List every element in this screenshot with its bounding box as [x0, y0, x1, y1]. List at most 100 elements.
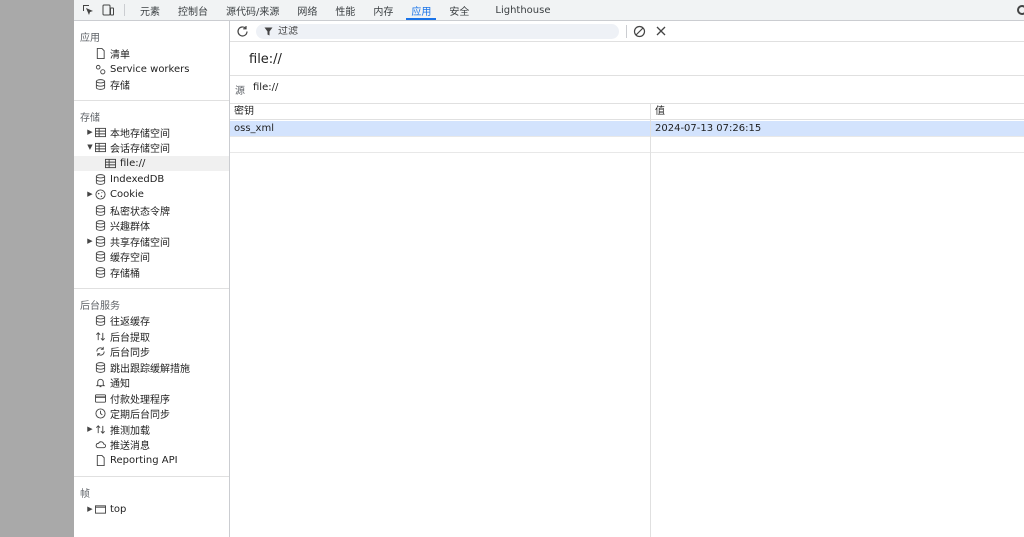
- sidebar-item-label: 存储: [110, 81, 130, 92]
- settings-gear-icon[interactable]: [1016, 4, 1024, 16]
- sidebar-item-frame-top[interactable]: ▶ top: [74, 502, 229, 517]
- tab-security[interactable]: 安全: [440, 0, 478, 20]
- delete-selected-icon[interactable]: [655, 25, 667, 37]
- sidebar-item-label: 推测加载: [110, 426, 150, 437]
- tab-elements[interactable]: 元素: [131, 0, 169, 20]
- cloud-icon: [94, 439, 106, 451]
- origin-row: 源 file://: [235, 82, 278, 97]
- cookie-icon: [94, 189, 106, 201]
- sidebar-item-label: file://: [120, 158, 146, 169]
- card-icon: [94, 393, 106, 405]
- sidebar-item-local-storage[interactable]: ▶ 本地存储空间: [74, 125, 229, 140]
- expand-arrow-icon[interactable]: ▶: [86, 502, 94, 517]
- tab-label: 控制台: [178, 6, 208, 18]
- sidebar-item-label: 缓存空间: [110, 253, 150, 264]
- sidebar-item-session-file-origin[interactable]: file://: [74, 156, 229, 171]
- filter-box[interactable]: [256, 24, 619, 39]
- tab-memory[interactable]: 内存: [364, 0, 402, 20]
- cell-value[interactable]: 2024-07-13 07:26:15: [651, 121, 761, 136]
- sidebar-item-notifications[interactable]: 通知: [74, 375, 229, 390]
- document-icon: [94, 48, 106, 60]
- filter-funnel-icon: [264, 27, 273, 36]
- refresh-icon[interactable]: [236, 25, 249, 38]
- expand-arrow-icon[interactable]: ▶: [86, 125, 94, 140]
- collapse-arrow-icon[interactable]: ▼: [86, 140, 94, 155]
- sidebar-item-push-messaging[interactable]: 推送消息: [74, 437, 229, 452]
- tab-lighthouse[interactable]: Lighthouse: [486, 0, 559, 20]
- database-icon: [94, 174, 106, 186]
- sidebar-item-label: 存储桶: [110, 269, 140, 280]
- sidebar-item-label: Service workers: [110, 64, 190, 75]
- expand-arrow-icon[interactable]: ▶: [86, 234, 94, 249]
- sidebar-item-storage-buckets[interactable]: 存储桶: [74, 265, 229, 280]
- sidebar-item-bounce-tracking-mitigations[interactable]: 跳出跟踪缓解措施: [74, 360, 229, 375]
- sidebar-item-manifest[interactable]: 清单: [74, 46, 229, 61]
- storage-table: 密钥 值 oss_xml 2024-07-13 07:26:15: [230, 104, 1024, 537]
- expand-arrow-icon[interactable]: ▶: [86, 422, 94, 437]
- document-icon: [94, 455, 106, 467]
- sidebar-item-private-state-tokens[interactable]: 私密状态令牌: [74, 203, 229, 218]
- sidebar-item-shared-storage[interactable]: ▶ 共享存储空间: [74, 234, 229, 249]
- sidebar-item-label: 本地存储空间: [110, 129, 170, 140]
- tab-network[interactable]: 网络: [288, 0, 326, 20]
- sidebar-item-label: top: [110, 504, 127, 515]
- sidebar-item-cookie[interactable]: ▶ Cookie: [74, 187, 229, 202]
- cell-key[interactable]: oss_xml: [230, 121, 274, 136]
- clear-all-icon[interactable]: [633, 25, 646, 38]
- up-down-arrows-icon: [94, 424, 106, 436]
- sidebar-item-service-workers[interactable]: Service workers: [74, 62, 229, 77]
- sidebar-item-payment-handler[interactable]: 付款处理程序: [74, 391, 229, 406]
- column-header-key[interactable]: 密钥: [230, 104, 254, 120]
- sidebar-item-back-forward-cache[interactable]: 往返缓存: [74, 313, 229, 328]
- section-title-application: 应用: [80, 33, 100, 44]
- tab-sources[interactable]: 源代码/来源: [217, 0, 288, 20]
- database-icon: [94, 362, 106, 374]
- sidebar-item-cache-storage[interactable]: 缓存空间: [74, 249, 229, 264]
- tab-label: 内存: [373, 6, 394, 18]
- database-icon: [94, 79, 106, 91]
- database-icon: [94, 267, 106, 279]
- database-icon: [94, 205, 106, 217]
- devtools-toolbar: 元素 控制台 源代码/来源 网络 性能 内存 应用 安全 Lighthouse: [74, 0, 1024, 21]
- column-divider[interactable]: [650, 104, 651, 537]
- sidebar-item-reporting-api[interactable]: Reporting API: [74, 453, 229, 468]
- sidebar-item-indexeddb[interactable]: IndexedDB: [74, 172, 229, 187]
- sidebar-item-storage[interactable]: 存储: [74, 77, 229, 92]
- tab-application[interactable]: 应用: [402, 0, 440, 20]
- sidebar-item-background-fetch[interactable]: 后台提取: [74, 329, 229, 344]
- device-toolbar-icon[interactable]: [98, 0, 118, 20]
- inspect-element-icon[interactable]: [78, 0, 98, 20]
- sidebar-item-label: 往返缓存: [110, 317, 150, 328]
- tab-label: 源代码/来源: [226, 6, 280, 18]
- storage-main-panel: file:// 源 file:// 密钥 值 oss_xml 2024-07-1…: [230, 21, 1024, 537]
- clock-icon: [94, 408, 106, 420]
- sidebar-item-label: 会话存储空间: [110, 144, 170, 155]
- sidebar-item-label: 通知: [110, 379, 130, 390]
- table-row[interactable]: oss_xml 2024-07-13 07:26:15: [230, 121, 1024, 136]
- tab-label: Lighthouse: [495, 4, 551, 16]
- sync-icon: [94, 346, 106, 358]
- sidebar-item-speculative-loads[interactable]: ▶ 推测加载: [74, 422, 229, 437]
- tab-performance[interactable]: 性能: [326, 0, 364, 20]
- expand-arrow-icon[interactable]: ▶: [86, 187, 94, 202]
- section-divider: [74, 288, 229, 289]
- window-icon: [94, 504, 106, 516]
- sidebar-item-label: 兴趣群体: [110, 222, 150, 233]
- section-divider: [74, 476, 229, 477]
- section-title-background-services: 后台服务: [80, 301, 120, 312]
- sidebar-item-background-sync[interactable]: 后台同步: [74, 344, 229, 359]
- column-header-value[interactable]: 值: [651, 104, 665, 120]
- table-icon: [104, 158, 116, 170]
- filter-input[interactable]: [278, 26, 598, 37]
- section-divider: [74, 100, 229, 101]
- sidebar-item-label: 私密状态令牌: [110, 207, 170, 218]
- sidebar-item-periodic-background-sync[interactable]: 定期后台同步: [74, 406, 229, 421]
- tab-console[interactable]: 控制台: [169, 0, 217, 20]
- toolbar-separator: [124, 4, 125, 16]
- sidebar-item-label: 共享存储空间: [110, 238, 170, 249]
- sidebar-item-interest-groups[interactable]: 兴趣群体: [74, 218, 229, 233]
- table-row-empty[interactable]: [230, 137, 1024, 152]
- title-divider: [230, 75, 1024, 76]
- section-title-storage: 存储: [80, 113, 100, 124]
- sidebar-item-session-storage[interactable]: ▼ 会话存储空间: [74, 140, 229, 155]
